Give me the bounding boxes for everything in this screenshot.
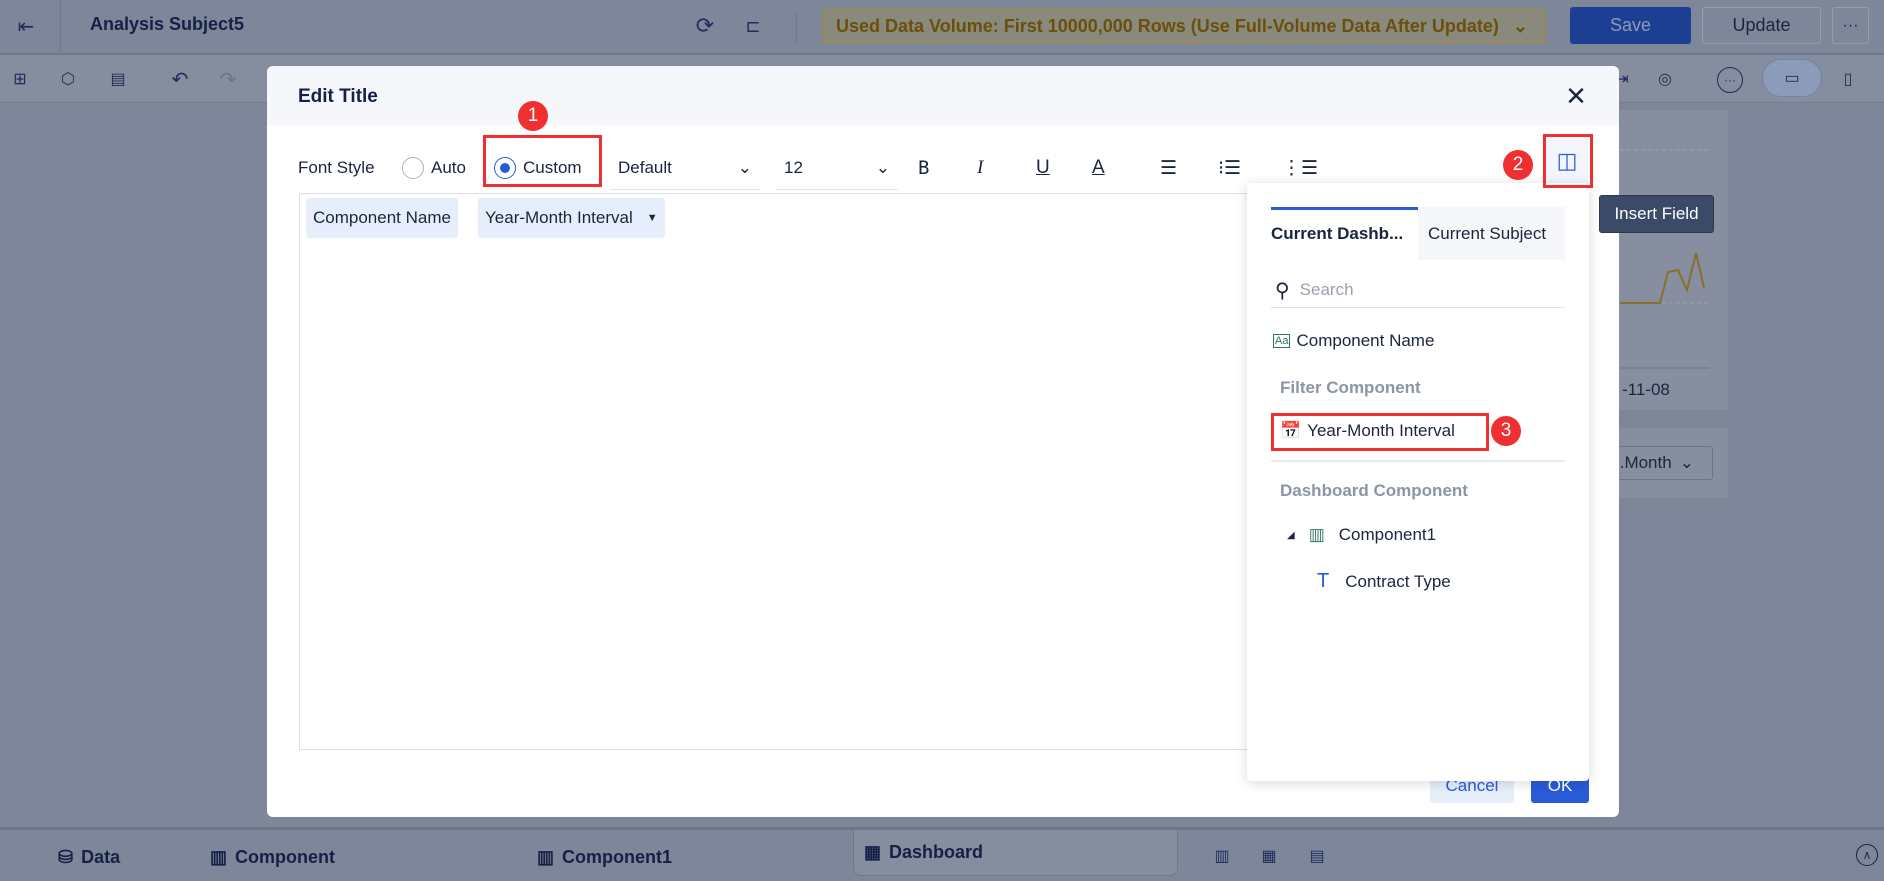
radio-auto[interactable]: Auto [402,148,466,188]
mobile-view-icon[interactable]: ▯ [1836,67,1860,91]
add-component-icon[interactable]: ⬡ [56,67,80,91]
more-button[interactable]: ··· [1832,7,1869,44]
chevron-down-icon: ⌄ [737,157,752,177]
bullet-list-icon[interactable]: ⁝☰ [1218,148,1248,188]
chip-component-name[interactable]: Component Name [306,198,458,238]
chart-icon: ▥ [1308,525,1325,544]
group-filter-component: Filter Component [1280,378,1421,397]
add-dashboard-icon[interactable]: ▦ [1257,844,1281,868]
font-size-select[interactable]: 12 ⌄ [776,146,898,190]
italic-button[interactable]: I [977,148,1007,188]
tab-current-subject[interactable]: Current Subject [1418,207,1565,260]
top-bar: ⇤ Analysis Subject5 ⟳ ⊏ Used Data Volume… [0,0,1884,55]
data-volume-dropdown[interactable]: Used Data Volume: First 10000,000 Rows (… [822,9,1546,44]
dashboard-icon: ▦ [864,842,882,862]
dialog-title: Edit Title [298,86,378,107]
highlight-insert-field [1543,134,1593,188]
font-family-select[interactable]: Default ⌄ [610,146,760,190]
month-dropdown[interactable]: ..Month ⌄ [1608,446,1713,480]
add-report-icon[interactable]: ▤ [106,67,130,91]
dialog-header: Edit Title ✕ [267,66,1619,125]
desktop-view-icon[interactable]: ▭ [1762,59,1822,97]
more-options-icon[interactable]: ··· [1717,67,1743,93]
relation-icon[interactable]: ⊏ [740,13,766,39]
divider [796,12,797,44]
chevron-down-icon: ⌄ [875,157,890,177]
tab-dashboard[interactable]: ▦ Dashboard [853,830,1178,876]
chart-icon: ▥ [537,846,555,867]
chip-year-month-interval[interactable]: Year-Month Interval ▼ [478,198,665,238]
chip-label: Year-Month Interval [485,208,633,227]
analysis-title: Analysis Subject5 [90,14,245,34]
search-icon: ⚲ [1275,279,1290,302]
tab-component1[interactable]: ▥ Component1 [537,840,672,874]
insert-field-tooltip: Insert Field [1599,195,1714,233]
search-placeholder: Search [1299,280,1354,299]
series-line [1620,252,1705,304]
add-report-tab-icon[interactable]: ▤ [1305,844,1329,868]
annotation-badge-2: 2 [1503,150,1533,180]
item-label: Component1 [1338,525,1437,544]
month-dropdown-value: ..Month [1615,453,1672,472]
add-table-icon[interactable]: ⊞ [8,67,32,91]
line-chart [1620,149,1710,369]
bold-button[interactable]: B [918,148,948,188]
save-button[interactable]: Save [1570,7,1691,44]
chevron-down-icon: ⌄ [1512,16,1528,36]
chevron-down-icon: ⌄ [1679,453,1694,472]
exit-icon[interactable]: ⇤ [14,14,38,38]
field-contract-type[interactable]: T Contract Type [1317,570,1451,593]
tab-component[interactable]: ▥ Component [210,840,335,874]
annotation-badge-1: 1 [518,101,548,131]
text-field-icon: Aa [1273,334,1291,348]
divider [1271,460,1565,462]
undo-icon[interactable]: ↶ [168,67,192,91]
chart-icon: ▥ [210,846,228,867]
tab-label: Component [235,846,335,867]
search-input[interactable]: ⚲ Search [1271,273,1565,308]
preview-icon[interactable]: ◎ [1653,67,1677,91]
tree-component1[interactable]: ◢ ▥ Component1 [1287,525,1436,545]
chart-card: -11-08 [1600,110,1728,410]
radio-circle [402,157,424,179]
collapse-triangle-icon[interactable]: ◢ [1287,530,1295,541]
item-label: Contract Type [1345,571,1451,591]
field-component-name[interactable]: Aa Component Name [1273,331,1434,351]
highlight-year-month [1271,413,1489,451]
font-style-label: Font Style [298,158,375,177]
insert-field-panel: Current Dashb... Current Subject ⚲ Searc… [1247,183,1589,781]
update-button[interactable]: Update [1702,7,1821,44]
text-type-icon: T [1317,570,1330,592]
underline-button[interactable]: U [1036,148,1066,188]
data-volume-text: Used Data Volume: First 10000,000 Rows (… [836,16,1499,36]
divider [60,0,61,55]
tab-current-dashboard[interactable]: Current Dashb... [1271,207,1418,260]
x-axis-label: -11-08 [1622,380,1670,399]
database-icon: ⛁ [58,846,74,867]
highlight-custom [483,135,602,187]
numbered-list-icon[interactable]: ⋮☰ [1282,148,1318,188]
tab-label: Dashboard [889,842,984,862]
tab-data[interactable]: ⛁ Data [58,840,120,874]
annotation-badge-3: 3 [1491,416,1521,446]
select-value: Default [618,157,672,177]
close-icon[interactable]: ✕ [1563,81,1589,111]
filter-card: ..Month ⌄ [1600,428,1728,498]
tab-label: Data [81,846,121,867]
group-dashboard-component: Dashboard Component [1280,481,1468,500]
redo-icon[interactable]: ↷ [216,67,240,91]
select-value: 12 [784,157,803,177]
add-component-tab-icon[interactable]: ▥ [1210,844,1234,868]
bottom-tab-bar: ⛁ Data ▥ Component ▥ Component1 ▦ Dashboard … [0,827,1884,881]
collapse-up-icon[interactable]: ∧ [1856,844,1878,866]
align-icon[interactable]: ☰ [1160,148,1190,188]
item-label: Component Name [1296,331,1435,350]
font-color-button[interactable]: A [1092,148,1122,188]
radio-label: Auto [431,158,466,177]
tab-label: Component1 [562,846,673,867]
caret-down-icon[interactable]: ▼ [647,212,658,224]
refresh-icon[interactable]: ⟳ [692,13,718,39]
